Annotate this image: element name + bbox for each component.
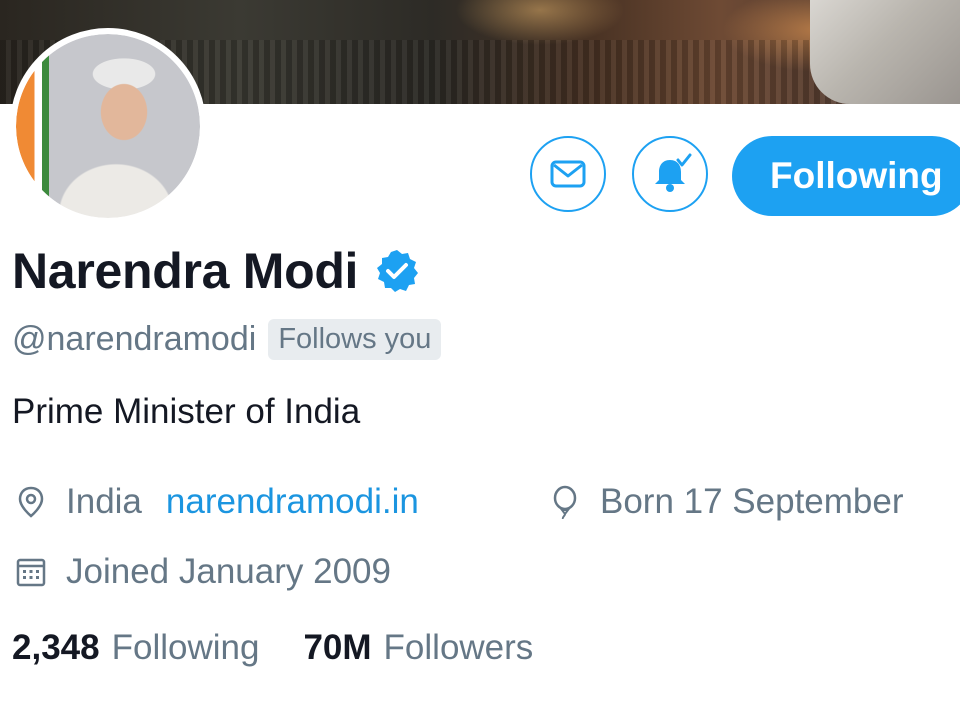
joined-text: Joined January 2009 [66,552,391,591]
follow-stats: 2,348 Following 70M Followers [12,628,577,668]
bell-icon [655,153,692,192]
avatar-photo [16,34,200,218]
handle: @narendramodi [12,319,257,358]
following-button[interactable]: Following [732,136,960,216]
followers-count: 70M [303,628,372,667]
website-link[interactable]: narendramodi.in [166,482,419,522]
envelope-icon [550,160,586,188]
bio: Prime Minister of India [12,392,361,431]
birthday-text: Born 17 September [600,482,904,521]
location-pin-icon [18,486,44,518]
avatar[interactable] [10,28,206,224]
following-count: 2,348 [12,628,100,667]
handle-row: @narendramodi Follows you [12,312,442,366]
birthday-row: Born 17 September [548,478,904,526]
verified-badge-icon [377,250,419,292]
joined-row: Joined January 2009 [14,548,391,596]
display-name: Narendra Modi [12,243,359,299]
balloon-icon [553,485,577,519]
following-stat-label: Following [111,628,260,667]
followers-stat[interactable]: 70M Followers [303,628,533,668]
message-button[interactable] [530,136,606,212]
location-row: India narendramodi.in [14,478,419,526]
notifications-button[interactable] [632,136,708,212]
location-text: India [66,482,142,521]
follows-you-badge: Follows you [268,318,442,360]
calendar-icon [16,558,46,587]
profile-name-row: Narendra Modi [12,238,420,304]
following-stat[interactable]: 2,348 Following [12,628,259,668]
banner-figure-image [810,0,960,104]
followers-stat-label: Followers [383,628,534,667]
